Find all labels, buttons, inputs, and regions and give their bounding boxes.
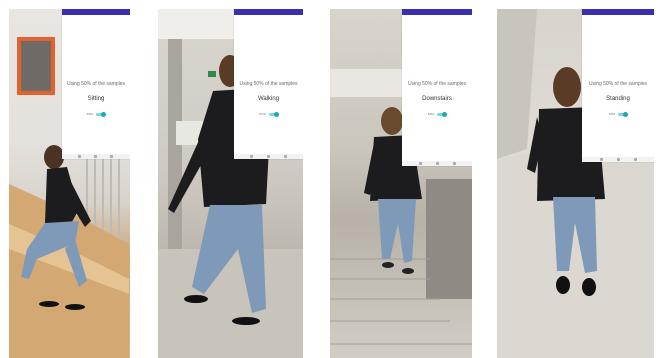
- switch-knob: [273, 111, 279, 117]
- phone-screen: Using 50% of the samples Standing BMR: [582, 9, 654, 162]
- toggle-label: BMR: [86, 112, 94, 117]
- status-bar: [62, 9, 130, 15]
- activity-label: Standing: [606, 96, 630, 102]
- status-bar: [582, 9, 654, 15]
- toggle-label: BMR: [259, 112, 266, 117]
- photo-panel-downstairs: Using 50% of the samples Downstairs BMR: [330, 9, 472, 358]
- activity-label: Downstairs: [422, 96, 452, 102]
- nav-bar: [582, 157, 654, 162]
- photo-panel-standing: Using 50% of the samples Standing BMR: [497, 9, 654, 358]
- sampling-status-text: Using 50% of the samples: [588, 81, 648, 87]
- home-icon[interactable]: [267, 155, 270, 158]
- photo-panel-sitting: Using 50% of the samples Sitting BMR: [9, 9, 130, 358]
- status-bar: [402, 9, 472, 15]
- recents-icon[interactable]: [453, 162, 456, 165]
- floor: [158, 249, 303, 358]
- sampling-status-text: Using 50% of the samples: [239, 81, 298, 87]
- toggle-row: BMR: [582, 111, 654, 117]
- recents-icon[interactable]: [110, 155, 113, 158]
- toggle-switch[interactable]: [96, 111, 107, 117]
- home-icon[interactable]: [617, 158, 620, 161]
- toggle-label: BMR: [608, 112, 616, 117]
- activity-label: Walking: [257, 96, 280, 102]
- activity-label: Sitting: [87, 96, 105, 102]
- phone-screen: Using 50% of the samples Downstairs BMR: [402, 9, 472, 166]
- phone-screen: Using 50% of the samples Sitting BMR: [62, 9, 130, 159]
- switch-knob: [101, 111, 107, 117]
- back-icon[interactable]: [78, 155, 81, 158]
- back-icon[interactable]: [419, 162, 422, 165]
- exit-sign: [208, 71, 216, 77]
- left-wall: [497, 9, 537, 159]
- photo-panel-walking: Using 50% of the samples Walking BMR: [158, 9, 303, 358]
- back-icon[interactable]: [600, 158, 603, 161]
- sampling-status-text: Using 50% of the samples: [66, 81, 126, 87]
- toggle-switch[interactable]: [268, 111, 279, 117]
- toggle-row: BMR: [234, 111, 303, 117]
- toggle-switch[interactable]: [618, 111, 629, 117]
- stair-railing-wall: [426, 179, 472, 299]
- phone-screen: Using 50% of the samples Walking BMR: [234, 9, 303, 159]
- nav-bar: [402, 161, 472, 166]
- toggle-label: BMR: [427, 112, 435, 117]
- toggle-row: BMR: [402, 111, 472, 117]
- back-icon[interactable]: [250, 155, 253, 158]
- status-bar: [234, 9, 303, 15]
- nav-bar: [234, 154, 303, 159]
- wall-art-inner: [21, 41, 51, 91]
- switch-knob: [442, 111, 448, 117]
- toggle-row: BMR: [62, 111, 130, 117]
- recents-icon[interactable]: [634, 158, 637, 161]
- toggle-switch[interactable]: [437, 111, 448, 117]
- home-icon[interactable]: [436, 162, 439, 165]
- home-icon[interactable]: [94, 155, 97, 158]
- recents-icon[interactable]: [284, 155, 287, 158]
- sampling-status-text: Using 50% of the samples: [407, 81, 467, 87]
- switch-knob: [623, 111, 629, 117]
- nav-bar: [62, 154, 130, 159]
